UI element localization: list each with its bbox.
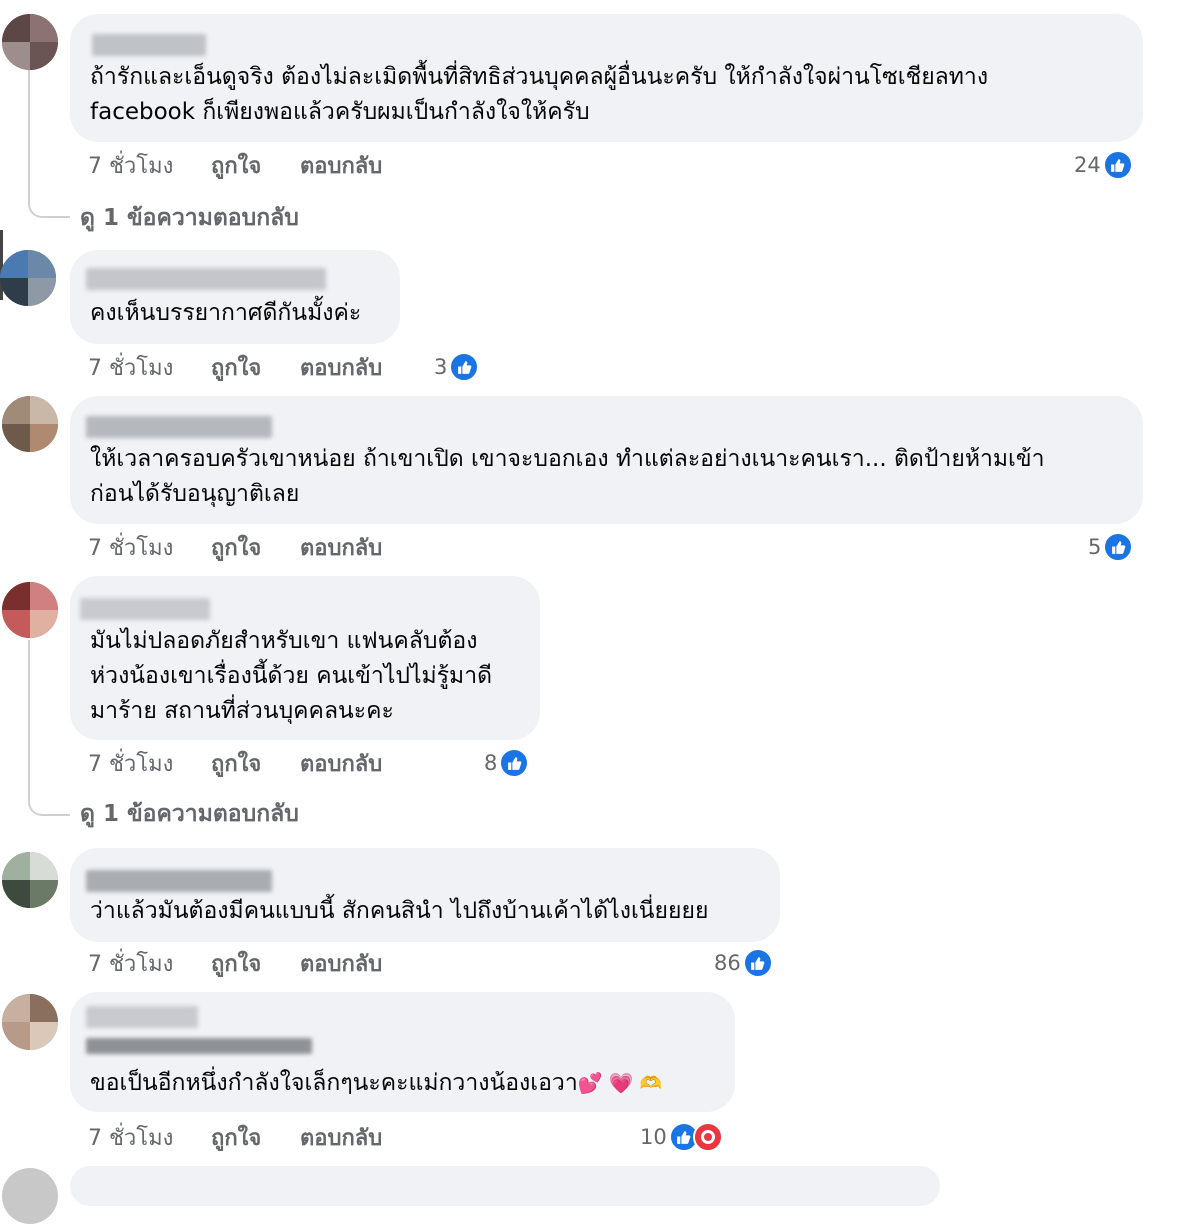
comment-actions: 7 ชั่วโมง ถูกใจ ตอบกลับ	[88, 746, 382, 780]
like-button[interactable]: ถูกใจ	[211, 946, 300, 981]
avatar[interactable]	[2, 994, 58, 1050]
comment-bubble: มันไม่ปลอดภัยสำหรับเขา แฟนคลับต้อง ห่วงน…	[70, 576, 540, 740]
reply-button[interactable]: ตอบกลับ	[300, 746, 382, 781]
comment-text: ให้เวลาครอบครัวเขาหน่อย ถ้าเขาเปิด เขาจะ…	[90, 446, 1045, 507]
comment-text-body: ขอเป็นอีกหนึ่งกำลังใจเล็กๆนะคะแม่กวางน้อ…	[90, 1070, 578, 1096]
reply-button[interactable]: ตอบกลับ	[300, 1120, 382, 1155]
comment-bubble: คงเห็นบรรยากาศดีกันมั้งค่ะ	[70, 250, 400, 344]
author-name-blurred[interactable]	[92, 34, 206, 56]
reaction-count: 86	[714, 951, 741, 975]
like-button[interactable]: ถูกใจ	[211, 1120, 300, 1155]
comment-text: ถ้ารักและเอ็นดูจริง ต้องไม่ละเมิดพื้นที่…	[90, 64, 989, 125]
avatar[interactable]	[2, 852, 58, 908]
reaction-summary[interactable]: 3	[434, 350, 480, 384]
view-replies-link[interactable]: ดู 1 ข้อความตอบกลับ	[80, 796, 299, 832]
comment-text: คงเห็นบรรยากาศดีกันมั้งค่ะ	[90, 300, 362, 326]
reply-button[interactable]: ตอบกลับ	[300, 946, 382, 981]
reaction-summary[interactable]: 86	[714, 946, 773, 980]
reaction-count: 8	[484, 751, 498, 775]
comment-text: ว่าแล้วมันต้องมีคนแบบนี้ สักคนสินำ ไปถึง…	[90, 898, 709, 924]
comment-bubble: ว่าแล้วมันต้องมีคนแบบนี้ สักคนสินำ ไปถึง…	[70, 848, 780, 942]
reaction-summary[interactable]: 8	[484, 746, 530, 780]
reaction-summary[interactable]: 5	[1088, 530, 1134, 564]
reaction-summary[interactable]: 10	[640, 1120, 723, 1154]
comment-bubble: ขอเป็นอีกหนึ่งกำลังใจเล็กๆนะคะแม่กวางน้อ…	[70, 992, 735, 1112]
like-button[interactable]: ถูกใจ	[211, 530, 300, 565]
comment-text: มันไม่ปลอดภัยสำหรับเขา แฟนคลับต้อง ห่วงน…	[90, 628, 493, 724]
comment-bubble-partial	[70, 1166, 940, 1206]
author-name-blurred[interactable]	[86, 1006, 198, 1028]
reaction-count: 3	[434, 355, 448, 379]
comment-actions: 7 ชั่วโมง ถูกใจ ตอบกลับ	[88, 1120, 382, 1154]
thread-connector	[28, 768, 70, 816]
timestamp[interactable]: 7 ชั่วโมง	[88, 148, 211, 183]
reply-button[interactable]: ตอบกลับ	[300, 350, 382, 385]
timestamp[interactable]: 7 ชั่วโมง	[88, 350, 211, 385]
heart-emoji: 💗	[608, 1071, 634, 1095]
view-replies-link[interactable]: ดู 1 ข้อความตอบกลับ	[80, 200, 299, 236]
reaction-count: 10	[640, 1125, 667, 1149]
author-name-blurred[interactable]	[86, 268, 326, 290]
avatar[interactable]	[2, 582, 58, 638]
avatar[interactable]	[0, 250, 56, 306]
author-name-blurred[interactable]	[80, 598, 210, 620]
comment-bubble: ถ้ารักและเอ็นดูจริง ต้องไม่ละเมิดพื้นที่…	[70, 14, 1143, 142]
author-name-blurred[interactable]	[86, 870, 272, 892]
timestamp[interactable]: 7 ชั่วโมง	[88, 746, 211, 781]
two-hearts-emoji: 💕	[577, 1071, 603, 1095]
like-icon	[449, 352, 480, 382]
avatar[interactable]	[2, 14, 58, 70]
comment-text: ขอเป็นอีกหนึ่งกำลังใจเล็กๆนะคะแม่กวางน้อ…	[90, 1066, 730, 1101]
reply-button[interactable]: ตอบกลับ	[300, 148, 382, 183]
comment-actions: 7 ชั่วโมง ถูกใจ ตอบกลับ	[88, 148, 382, 182]
like-button[interactable]: ถูกใจ	[211, 746, 300, 781]
haha-icon	[692, 1122, 723, 1152]
like-icon	[1102, 150, 1133, 180]
comment-actions: 7 ชั่วโมง ถูกใจ ตอบกลับ	[88, 350, 382, 384]
like-button[interactable]: ถูกใจ	[211, 148, 300, 183]
reaction-count: 24	[1074, 153, 1101, 177]
comment-actions: 7 ชั่วโมง ถูกใจ ตอบกลับ	[88, 946, 382, 980]
timestamp[interactable]: 7 ชั่วโมง	[88, 530, 211, 565]
reaction-count: 5	[1088, 535, 1102, 559]
heart-hands-emoji: 🫶	[639, 1073, 662, 1094]
avatar[interactable]	[2, 1168, 58, 1224]
reaction-summary[interactable]: 24	[1074, 148, 1133, 182]
like-icon	[499, 748, 530, 778]
like-button[interactable]: ถูกใจ	[211, 350, 300, 385]
timestamp[interactable]: 7 ชั่วโมง	[88, 1120, 211, 1155]
comment-actions: 7 ชั่วโมง ถูกใจ ตอบกลับ	[88, 530, 382, 564]
like-icon	[1103, 532, 1134, 562]
author-name-blurred[interactable]	[86, 1038, 312, 1054]
timestamp[interactable]: 7 ชั่วโมง	[88, 946, 211, 981]
reply-button[interactable]: ตอบกลับ	[300, 530, 382, 565]
avatar[interactable]	[2, 396, 58, 452]
author-name-blurred[interactable]	[86, 416, 272, 438]
like-icon	[742, 948, 773, 978]
comment-bubble: ให้เวลาครอบครัวเขาหน่อย ถ้าเขาเปิด เขาจะ…	[70, 396, 1143, 524]
thread-connector	[28, 170, 70, 218]
